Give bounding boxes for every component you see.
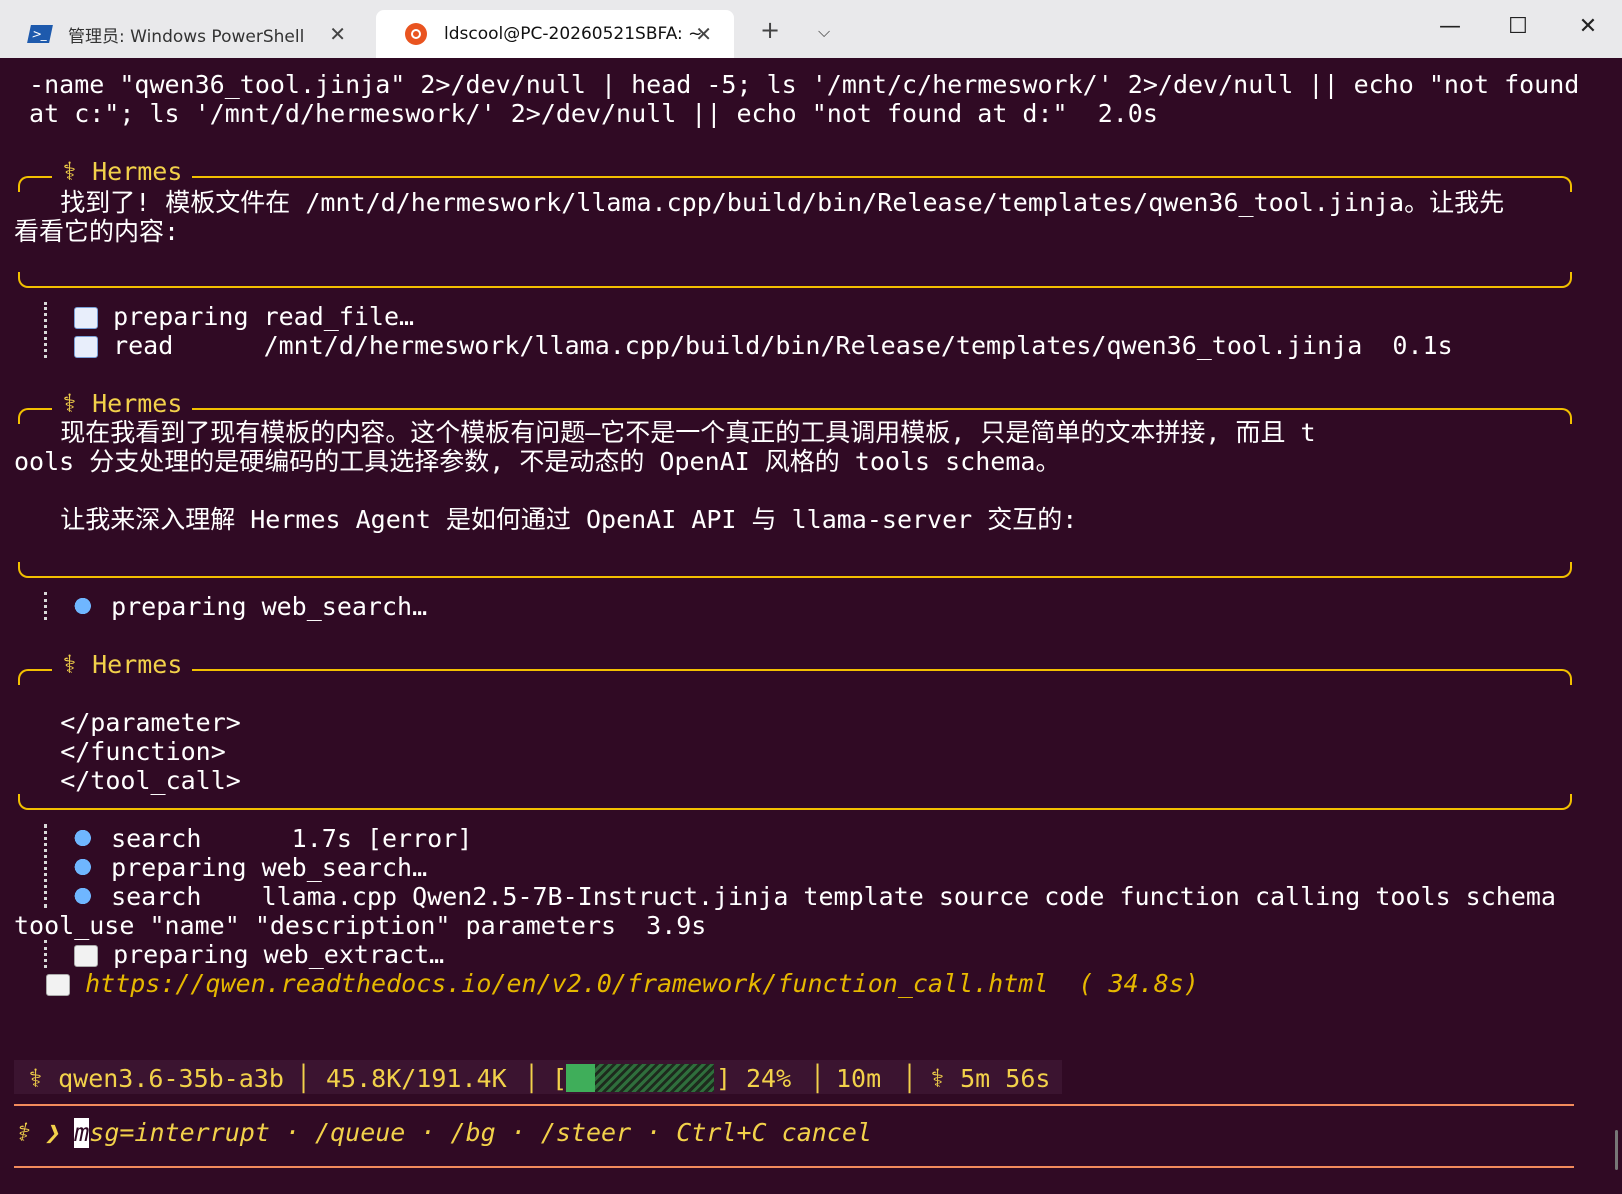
title-bar: >_ 管理员: Windows PowerShell ✕ ldscool@PC-… (0, 0, 1622, 58)
tab-label: 管理员: Windows PowerShell (68, 26, 305, 47)
input-prompt[interactable]: ⚕ ❯ msg=interrupt · /queue · /bg · /stee… (14, 1118, 872, 1148)
elapsed-time: 10m (836, 1064, 882, 1093)
bar-bracket: ] (716, 1064, 732, 1093)
separator: │ (810, 1064, 826, 1093)
hermes-title: ⚕ Hermes (52, 389, 193, 419)
context-progress-bar (566, 1064, 714, 1092)
tool-pipe (44, 592, 50, 620)
assistant-text: </function> (0, 737, 226, 766)
tool-line: search llama.cpp Qwen2.5-7B-Instruct.jin… (74, 882, 1556, 912)
url-link[interactable]: https://qwen.readthedocs.io/en/v2.0/fram… (85, 969, 1048, 998)
tool-line: preparing web_search… (74, 853, 427, 883)
hermes-box-bottom (18, 562, 1572, 578)
separator: │ (902, 1064, 918, 1093)
powershell-icon: >_ (27, 23, 53, 45)
link-line: https://qwen.readthedocs.io/en/v2.0/fram… (46, 969, 1199, 999)
tab-dropdown-button[interactable]: ⌵ (818, 22, 830, 42)
page-icon (74, 945, 98, 967)
command-output-line: -name "qwen36_tool.jinja" 2>/dev/null | … (14, 70, 1580, 99)
assistant-text: ools 分支处理的是硬编码的工具选择参数, 不是动态的 OpenAI 风格的 … (14, 447, 1061, 476)
tool-line: preparing web_extract… (74, 940, 444, 970)
tool-pipe (44, 824, 50, 908)
hermes-box-bottom (18, 794, 1572, 810)
session-timer: ⚕ 5m 56s (930, 1064, 1051, 1093)
maximize-button[interactable]: ☐ (1498, 14, 1538, 39)
assistant-text: 找到了! 模板文件在 /mnt/d/hermeswork/llama.cpp/b… (0, 188, 1505, 217)
assistant-text: 看看它的内容: (14, 217, 180, 246)
tool-line: read /mnt/d/hermeswork/llama.cpp/build/b… (74, 331, 1453, 361)
separator: │ (296, 1064, 312, 1093)
minimize-button[interactable]: — (1430, 14, 1470, 39)
divider (14, 1166, 1574, 1168)
hermes-box-bottom (18, 272, 1572, 288)
assistant-text: 让我来深入理解 Hermes Agent 是如何通过 OpenAI API 与 … (0, 505, 1078, 534)
scrollbar[interactable] (1615, 1130, 1618, 1170)
tool-line: preparing read_file… (74, 302, 414, 332)
hermes-box-top (18, 669, 1572, 685)
tool-line: tool_use "name" "description" parameters… (14, 911, 707, 940)
search-icon (74, 598, 96, 618)
assistant-text: </tool_call> (0, 766, 241, 795)
tab-close-icon[interactable]: ✕ (329, 22, 346, 46)
page-icon (46, 974, 70, 996)
context-percent: 24% (746, 1064, 792, 1093)
ubuntu-icon (404, 23, 428, 45)
new-tab-button[interactable]: + (760, 16, 780, 44)
prompt-hint: sg=interrupt · /queue · /bg · /steer · C… (89, 1118, 872, 1147)
search-icon (74, 859, 96, 879)
text-cursor: m (74, 1118, 90, 1148)
model-name: ⚕ qwen3.6-35b-a3b (28, 1064, 284, 1093)
context-progress-fill (566, 1064, 595, 1092)
tab-label: ldscool@PC-20260521SBFA: ~ (444, 24, 703, 44)
command-output-line: at c:"; ls '/mnt/d/hermeswork/' 2>/dev/n… (14, 99, 1158, 128)
token-count: 45.8K/191.4K (326, 1064, 507, 1093)
book-icon (74, 336, 98, 358)
terminal-pane[interactable]: -name "qwen36_tool.jinja" 2>/dev/null | … (0, 58, 1622, 1194)
tool-pipe (44, 940, 50, 968)
tab-powershell[interactable]: >_ 管理员: Windows PowerShell ✕ (0, 10, 368, 58)
separator: │ (524, 1064, 540, 1093)
book-icon (74, 307, 98, 329)
prompt-arrow: ⚕ ❯ (14, 1118, 75, 1147)
assistant-text: 现在我看到了现有模板的内容。这个模板有问题—它不是一个真正的工具调用模板, 只是… (0, 418, 1316, 447)
tab-ubuntu[interactable]: ldscool@PC-20260521SBFA: ~ ✕ (376, 10, 734, 58)
search-icon (74, 888, 96, 908)
bar-bracket: [ (552, 1064, 568, 1093)
tool-line: preparing web_search… (74, 592, 427, 622)
search-icon (74, 830, 96, 850)
hermes-title: ⚕ Hermes (52, 650, 193, 680)
assistant-text: </parameter> (0, 708, 241, 737)
close-button[interactable]: ✕ (1568, 14, 1608, 39)
timer-icon: ⚕ (930, 1064, 946, 1093)
hermes-title: ⚕ Hermes (52, 157, 193, 187)
tab-close-icon[interactable]: ✕ (695, 22, 712, 46)
tool-pipe (44, 302, 50, 358)
divider (14, 1104, 1574, 1106)
tool-line: search 1.7s [error] (74, 824, 472, 854)
